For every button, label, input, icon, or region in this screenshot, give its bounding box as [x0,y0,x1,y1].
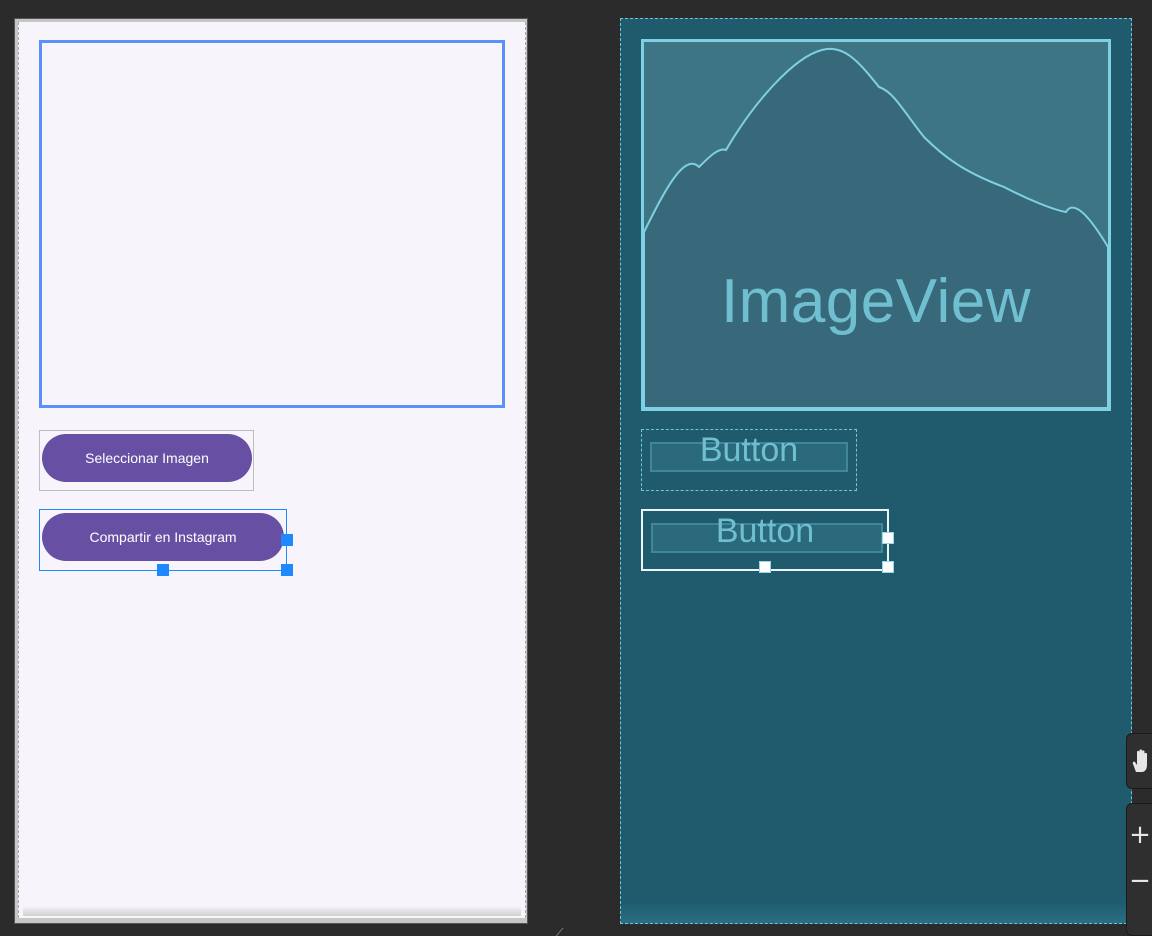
select-image-button-bounds[interactable]: Seleccionar Imagen [39,430,254,491]
blueprint-bottom-edge [621,901,1131,923]
mountain-placeholder-icon [644,47,1108,408]
blueprint-resize-handle-right[interactable] [882,532,894,544]
share-instagram-button[interactable]: Compartir en Instagram [42,513,284,561]
zoom-toolbar: + − [1126,803,1152,936]
blueprint-resize-handle-bottom-right[interactable] [882,561,894,573]
zoom-out-button[interactable]: − [1127,858,1152,904]
design-bottom-edge [23,906,521,916]
blueprint-button-1[interactable]: Button [641,429,857,491]
panel-resize-icon[interactable]: ⟋ [555,926,563,936]
pan-toolbar [1126,733,1152,789]
design-screen[interactable]: Seleccionar Imagen Compartir en Instagra… [18,22,526,918]
pan-hand-icon[interactable] [1127,734,1152,788]
image-view-blueprint[interactable]: ImageView [641,39,1111,411]
select-image-button[interactable]: Seleccionar Imagen [42,434,252,482]
zoom-in-button[interactable]: + [1127,812,1152,858]
blueprint-surface[interactable]: ImageView Button Button [620,18,1132,924]
share-instagram-button-bounds[interactable]: Compartir en Instagram [39,509,293,576]
blueprint-resize-handle-bottom[interactable] [759,561,771,573]
image-view-label: ImageView [720,267,1032,336]
layout-editor-canvas: Seleccionar Imagen Compartir en Instagra… [0,0,1152,936]
design-surface: Seleccionar Imagen Compartir en Instagra… [14,18,528,924]
blueprint-button-1-label: Button [699,431,799,469]
resize-handle-right[interactable] [281,534,293,546]
image-view-design[interactable] [39,40,505,408]
resize-handle-bottom[interactable] [157,564,169,576]
resize-handle-bottom-right[interactable] [281,564,293,576]
blueprint-button-2-label: Button [715,512,815,550]
blueprint-button-2[interactable]: Button [641,509,894,573]
